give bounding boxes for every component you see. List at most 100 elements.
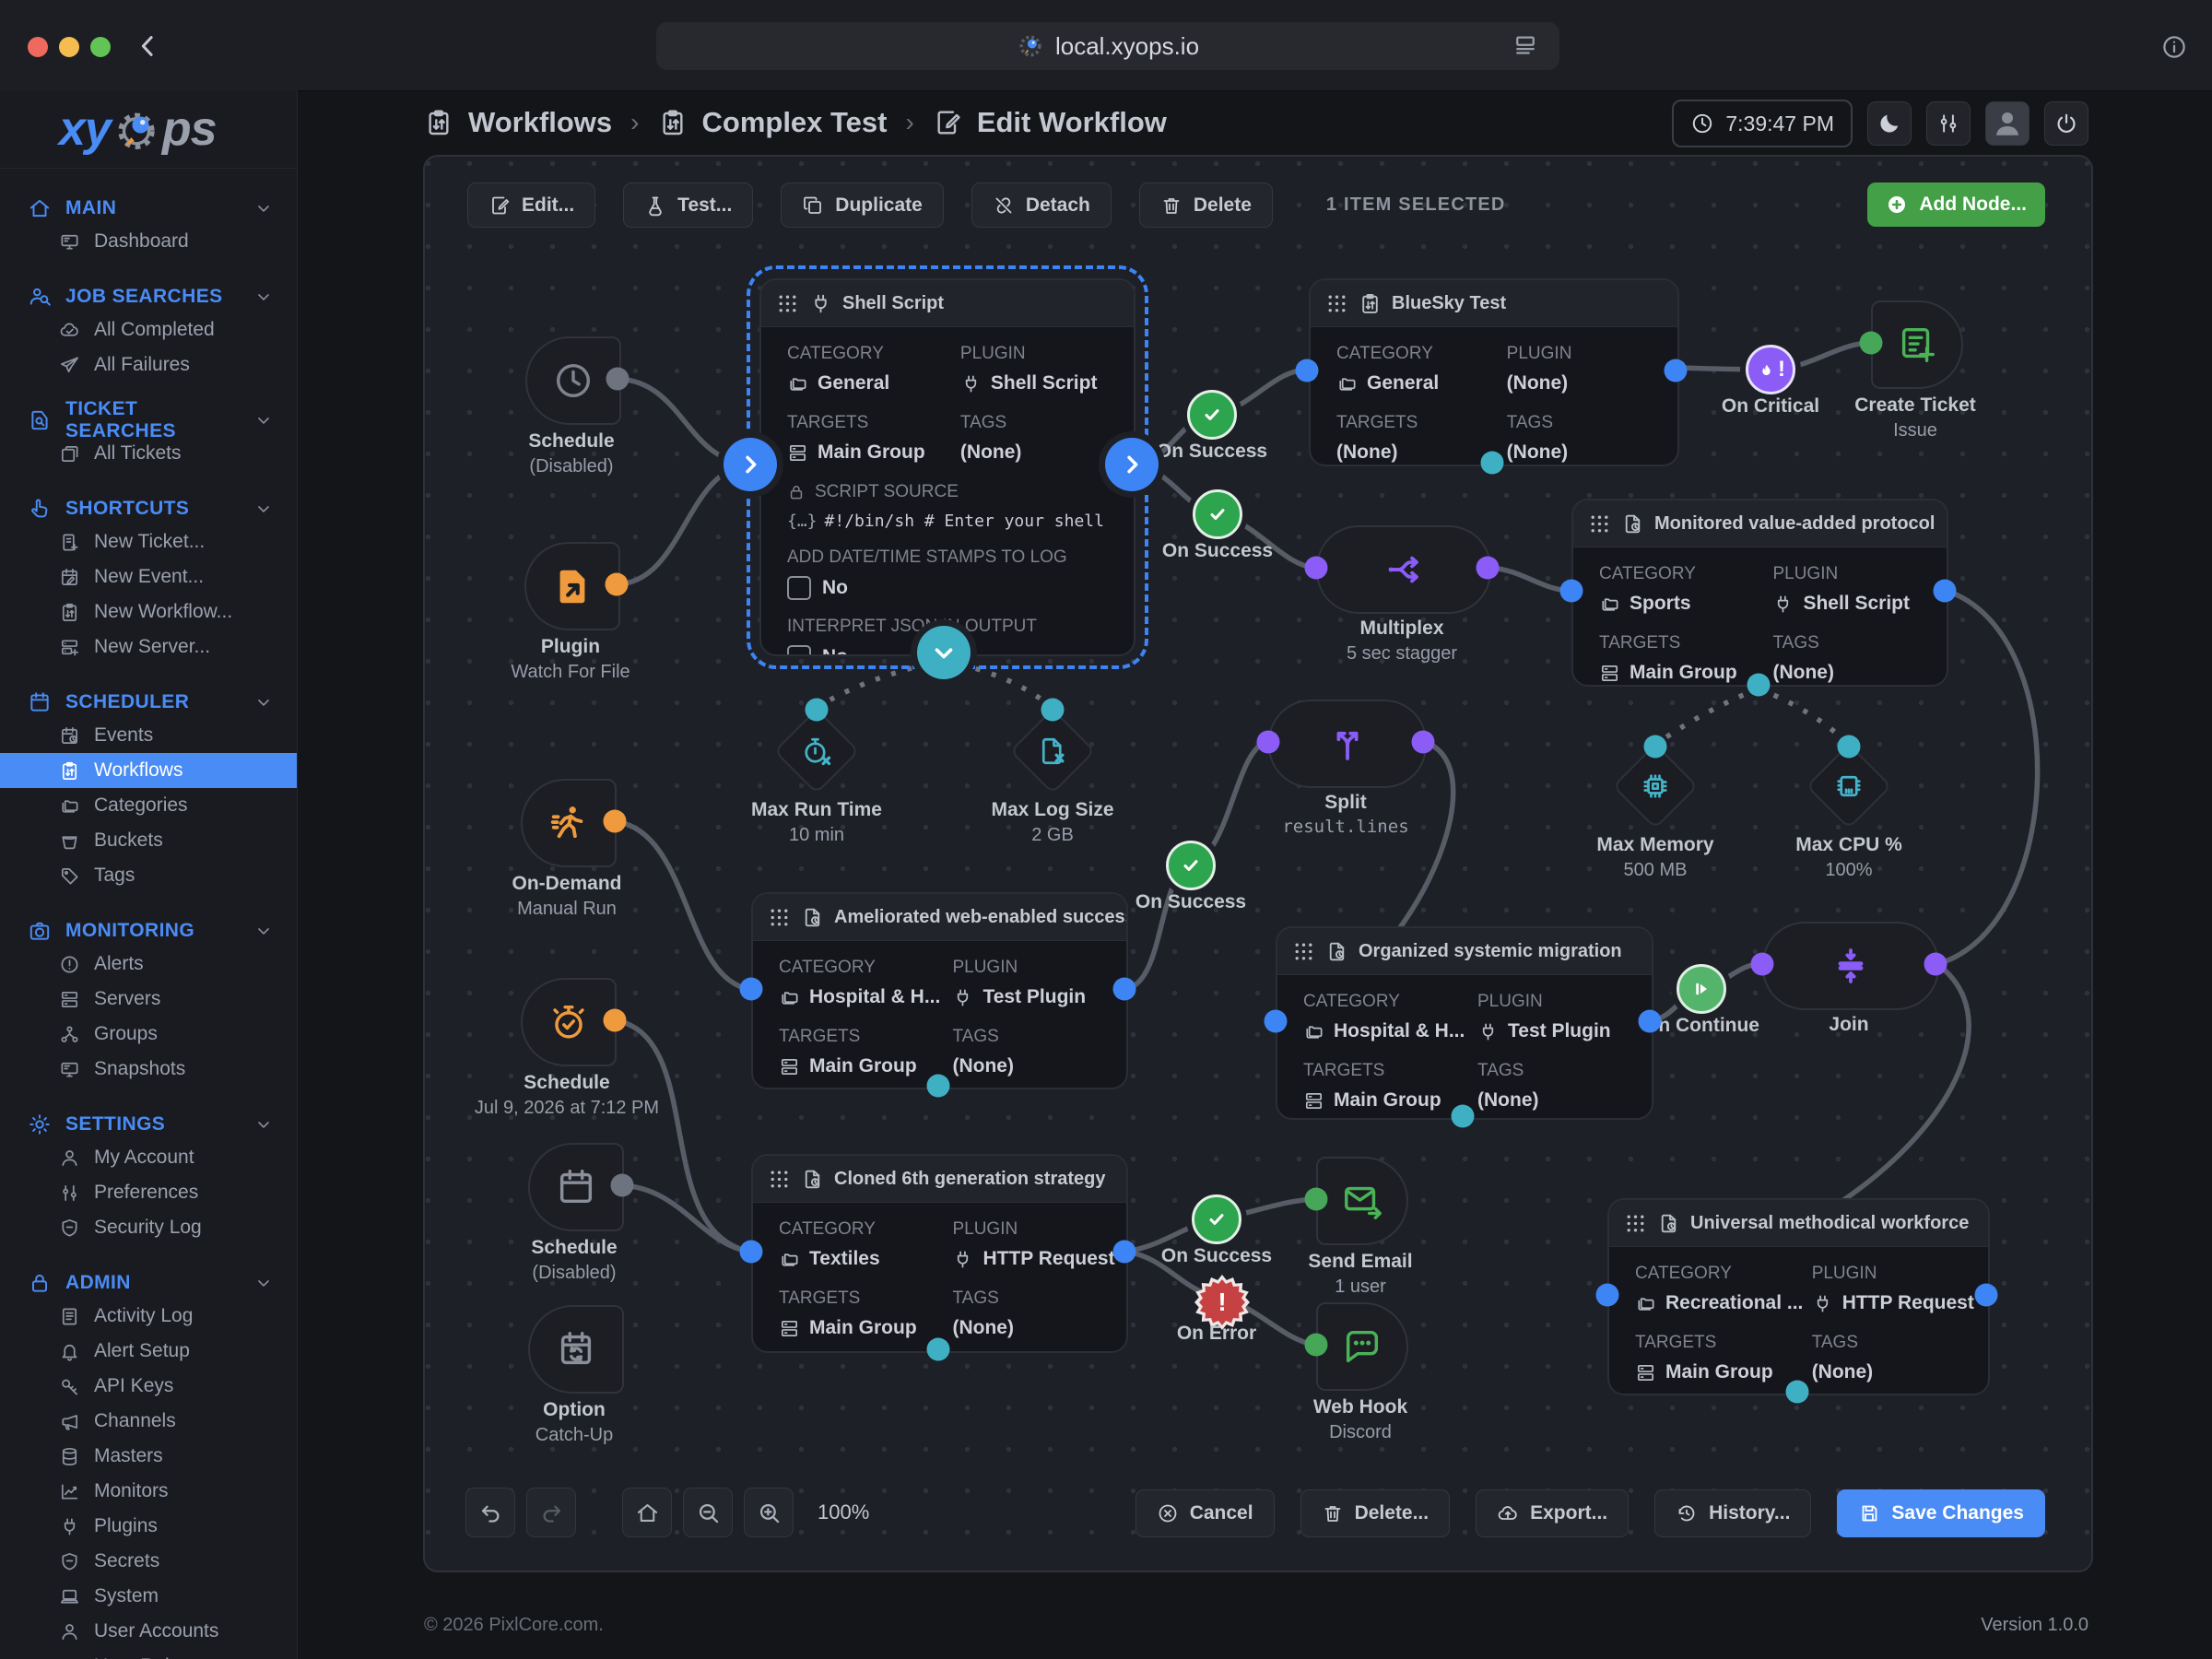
- zoom-out-button[interactable]: [683, 1488, 733, 1537]
- node-join[interactable]: [1762, 922, 1939, 1010]
- redo-button[interactable]: [526, 1488, 576, 1537]
- sidebar-item-channels[interactable]: Channels: [0, 1404, 297, 1439]
- add-node-button[interactable]: Add Node...: [1867, 182, 2045, 227]
- sidebar-section-main[interactable]: MAIN: [0, 193, 297, 224]
- sidebar-item-plugins[interactable]: Plugins: [0, 1509, 297, 1544]
- port-orange[interactable]: [606, 573, 629, 596]
- sidebar-item-categories[interactable]: Categories: [0, 788, 297, 823]
- node-bluesky-test[interactable]: BlueSky TestCATEGORYGeneralPLUGIN(None)T…: [1309, 278, 1679, 466]
- node-ameliorated-success[interactable]: Ameliorated web-enabled successCATEGORYH…: [751, 892, 1128, 1089]
- port-teal[interactable]: [1786, 1381, 1809, 1404]
- port-purple[interactable]: [1305, 557, 1328, 580]
- sidebar-section-shortcuts[interactable]: SHORTCUTS: [0, 493, 297, 524]
- port-purple[interactable]: [1924, 953, 1947, 976]
- undo-button[interactable]: [465, 1488, 515, 1537]
- breadcrumb-workflows[interactable]: Workflows: [468, 106, 612, 139]
- sidebar-item-servers[interactable]: Servers: [0, 982, 297, 1017]
- port-purple[interactable]: [1257, 731, 1280, 754]
- port-blue[interactable]: [1975, 1284, 1998, 1307]
- save-changes-button[interactable]: Save Changes: [1837, 1489, 2045, 1537]
- port-orange[interactable]: [604, 810, 627, 833]
- minimize-window-button[interactable]: [59, 37, 79, 57]
- sidebar-item-api-keys[interactable]: API Keys: [0, 1369, 297, 1404]
- history-button[interactable]: History...: [1654, 1489, 1811, 1537]
- port-teal[interactable]: [1644, 735, 1667, 759]
- export-button[interactable]: Export...: [1476, 1489, 1629, 1537]
- reader-mode-icon[interactable]: [1512, 32, 1539, 60]
- sidebar-item-monitors[interactable]: Monitors: [0, 1474, 297, 1509]
- duplicate-button[interactable]: Duplicate: [781, 182, 944, 228]
- sidebar-item-workflows[interactable]: Workflows: [0, 753, 297, 788]
- script-source[interactable]: SCRIPT SOURCE{…}#!/bin/sh # Enter your s…: [761, 464, 1134, 531]
- port-gray[interactable]: [611, 1174, 634, 1197]
- port-blue[interactable]: [1560, 580, 1583, 603]
- node-header[interactable]: Shell Script: [761, 280, 1134, 327]
- sidebar-item-masters[interactable]: Masters: [0, 1439, 297, 1474]
- node-cloned-strategy[interactable]: Cloned 6th generation strategyCATEGORYTe…: [751, 1154, 1128, 1353]
- sidebar-section-job-searches[interactable]: JOB SEARCHES: [0, 281, 297, 312]
- node-send-email[interactable]: [1316, 1157, 1408, 1245]
- sidebar-item-buckets[interactable]: Buckets: [0, 823, 297, 858]
- node-schedule-disabled-2[interactable]: [528, 1143, 624, 1231]
- sidebar-item-my-account[interactable]: My Account: [0, 1140, 297, 1175]
- node-split[interactable]: [1268, 700, 1427, 788]
- port-teal[interactable]: [927, 1338, 950, 1361]
- avatar[interactable]: [1985, 101, 2030, 146]
- node-shell-script[interactable]: Shell ScriptCATEGORYGeneralPLUGINShell S…: [759, 278, 1135, 656]
- sidebar-item-events[interactable]: Events: [0, 718, 297, 753]
- display-settings-button[interactable]: [1926, 101, 1971, 146]
- test-button[interactable]: Test...: [623, 182, 753, 228]
- delete-button[interactable]: Delete...: [1300, 1489, 1451, 1537]
- port-orange[interactable]: [604, 1009, 627, 1032]
- sidebar-item-new-ticket[interactable]: New Ticket...: [0, 524, 297, 559]
- port-purple[interactable]: [1412, 731, 1435, 754]
- node-web-hook[interactable]: [1316, 1302, 1408, 1391]
- maximize-window-button[interactable]: [90, 37, 111, 57]
- port-blue[interactable]: [1596, 1284, 1619, 1307]
- port-teal[interactable]: [1041, 699, 1065, 722]
- port-teal[interactable]: [1838, 735, 1861, 759]
- sidebar-item-tags[interactable]: Tags: [0, 858, 297, 893]
- expand-connector[interactable]: [917, 626, 971, 679]
- edit-button[interactable]: Edit...: [467, 182, 595, 228]
- port-teal[interactable]: [1747, 674, 1771, 697]
- sidebar-item-new-event[interactable]: New Event...: [0, 559, 297, 594]
- node-header[interactable]: Organized systemic migration: [1277, 928, 1652, 975]
- info-icon[interactable]: [2160, 33, 2188, 61]
- node-schedule-jul9[interactable]: [521, 978, 617, 1066]
- port-blue[interactable]: [1265, 1010, 1288, 1033]
- zoom-in-button[interactable]: [744, 1488, 794, 1537]
- port-purple[interactable]: [1751, 953, 1774, 976]
- sidebar-section-admin[interactable]: ADMIN: [0, 1267, 297, 1299]
- sidebar-item-user-accounts[interactable]: User Accounts: [0, 1614, 297, 1649]
- sidebar-section-ticket-searches[interactable]: TICKET SEARCHES: [0, 405, 297, 436]
- address-bar[interactable]: local.xyops.io: [656, 22, 1559, 70]
- sidebar-item-alert-setup[interactable]: Alert Setup: [0, 1334, 297, 1369]
- delete-button[interactable]: Delete: [1139, 182, 1273, 228]
- app-logo[interactable]: xy ps: [0, 90, 297, 169]
- node-header[interactable]: Monitored value-added protocol: [1573, 500, 1947, 547]
- breadcrumb-complex-test[interactable]: Complex Test: [702, 106, 888, 139]
- theme-toggle-button[interactable]: [1867, 101, 1912, 146]
- detach-button[interactable]: Detach: [971, 182, 1112, 228]
- node-create-ticket[interactable]: [1871, 300, 1963, 389]
- sidebar-section-settings[interactable]: SETTINGS: [0, 1109, 297, 1140]
- breadcrumb-edit-workflow[interactable]: Edit Workflow: [977, 106, 1167, 139]
- node-multiplex[interactable]: [1316, 525, 1491, 614]
- cancel-button[interactable]: Cancel: [1135, 1489, 1275, 1537]
- sidebar-item-system[interactable]: System: [0, 1579, 297, 1614]
- port-blue[interactable]: [1113, 978, 1136, 1001]
- close-window-button[interactable]: [28, 37, 48, 57]
- sidebar-item-snapshots[interactable]: Snapshots: [0, 1052, 297, 1087]
- node-option-catch-up[interactable]: [528, 1305, 624, 1394]
- port-blue[interactable]: [1296, 359, 1319, 382]
- checkbox[interactable]: [787, 645, 811, 656]
- port-blue[interactable]: [740, 1241, 763, 1264]
- sidebar-item-user-roles[interactable]: User Roles: [0, 1649, 297, 1659]
- port-blue[interactable]: [1639, 1010, 1662, 1033]
- port-teal[interactable]: [1481, 452, 1504, 475]
- node-header[interactable]: BlueSky Test: [1311, 280, 1677, 327]
- port-blue[interactable]: [1665, 359, 1688, 382]
- node-header[interactable]: Cloned 6th generation strategy: [753, 1156, 1126, 1203]
- flow-connector[interactable]: [724, 438, 777, 491]
